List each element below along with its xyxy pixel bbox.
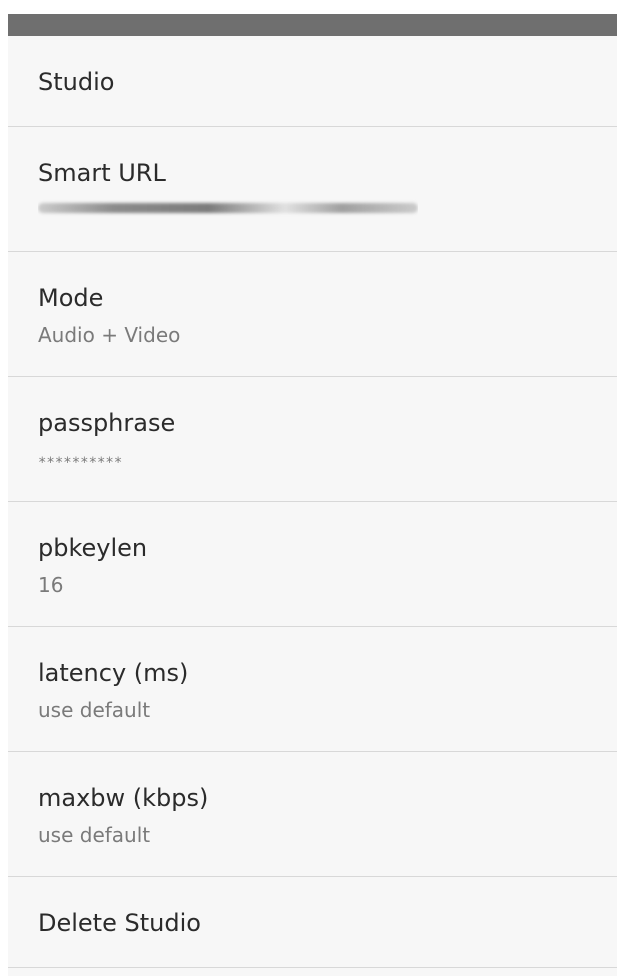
pref-passphrase-summary: ********** bbox=[38, 455, 123, 471]
pref-smart-url-title: Smart URL bbox=[38, 159, 166, 187]
pref-studio[interactable]: Studio bbox=[8, 36, 617, 127]
status-bar bbox=[8, 14, 617, 36]
pref-latency-title: latency (ms) bbox=[38, 659, 189, 687]
pref-latency[interactable]: latency (ms) use default bbox=[8, 627, 617, 752]
pref-delete-studio-title: Delete Studio bbox=[38, 909, 201, 937]
preferences-list: Studio Smart URL Mode Audio + Video pass… bbox=[8, 36, 617, 976]
pref-mode-title: Mode bbox=[38, 284, 104, 312]
pref-mode[interactable]: Mode Audio + Video bbox=[8, 252, 617, 377]
smart-url-redacted-value bbox=[38, 199, 418, 217]
pref-maxbw[interactable]: maxbw (kbps) use default bbox=[8, 752, 617, 877]
pref-smart-url[interactable]: Smart URL bbox=[8, 127, 617, 252]
pref-pbkeylen-summary: 16 bbox=[38, 573, 64, 597]
pref-mode-summary: Audio + Video bbox=[38, 323, 181, 347]
pref-delete-studio[interactable]: Delete Studio bbox=[8, 877, 617, 968]
pref-pbkeylen[interactable]: pbkeylen 16 bbox=[8, 502, 617, 627]
pref-studio-title: Studio bbox=[38, 68, 115, 96]
pref-passphrase-title: passphrase bbox=[38, 409, 176, 437]
pref-maxbw-summary: use default bbox=[38, 823, 151, 847]
pref-latency-summary: use default bbox=[38, 698, 151, 722]
pref-maxbw-title: maxbw (kbps) bbox=[38, 784, 209, 812]
pref-passphrase[interactable]: passphrase ********** bbox=[8, 377, 617, 502]
pref-pbkeylen-title: pbkeylen bbox=[38, 534, 148, 562]
